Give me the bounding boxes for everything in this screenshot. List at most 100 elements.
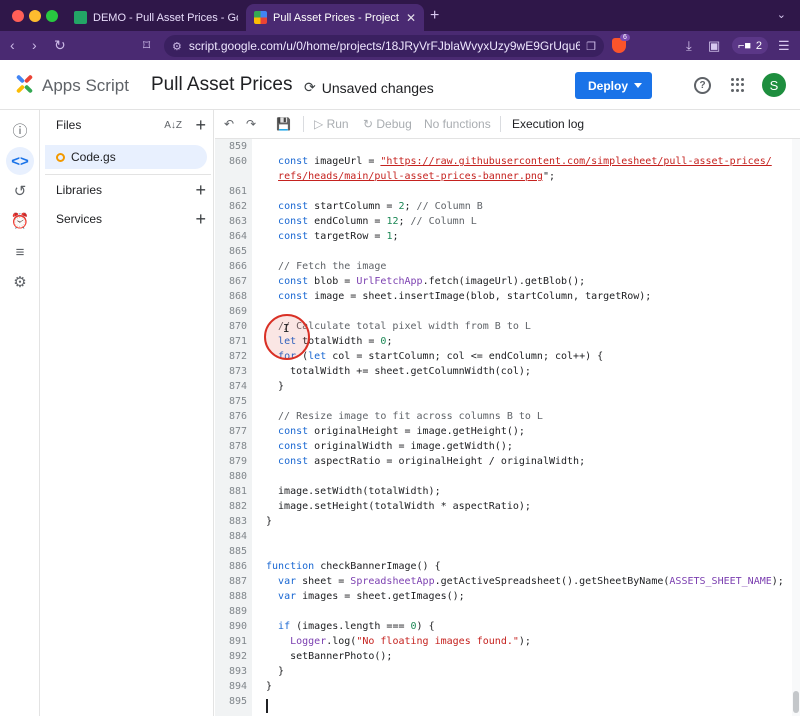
apps-grid-icon[interactable] [731, 78, 745, 92]
browser-tab-bar: DEMO - Pull Asset Prices - Google Sheets… [0, 0, 800, 31]
files-header: Files A↓Z + [41, 110, 214, 140]
chevron-down-icon [634, 83, 642, 88]
function-select[interactable]: No functions [424, 117, 491, 131]
scrollbar-thumb[interactable] [793, 691, 799, 713]
file-item-code-gs[interactable]: Code.gs [45, 145, 207, 169]
new-tab-button[interactable]: + [430, 7, 439, 25]
code-line: 863 const endColumn = 12; // Column L [215, 214, 800, 229]
address-bar-row: ‹ › ↻ ⌑ ⚙ script.google.com/u/0/home/pro… [0, 31, 800, 60]
avatar[interactable]: S [762, 73, 786, 97]
code-line: 894} [215, 679, 800, 694]
editor-scrollbar[interactable] [792, 139, 800, 716]
line-number: 881 [228, 486, 247, 497]
line-number: 877 [228, 426, 247, 437]
url-field[interactable]: ⚙ script.google.com/u/0/home/projects/18… [164, 35, 604, 57]
sheets-icon [74, 11, 87, 24]
code-line: 892 setBannerPhoto(); [215, 649, 800, 664]
url-text: script.google.com/u/0/home/projects/18JR… [188, 39, 581, 53]
reload-icon[interactable]: ↻ [54, 37, 66, 54]
code-line: 884 [215, 529, 800, 544]
history-icon[interactable]: ↺ [6, 177, 34, 205]
browser-tab-apps-script[interactable]: Pull Asset Prices - Project Editor - App… [246, 4, 424, 31]
code-text: image.setHeight(totalWidth * aspectRatio… [266, 501, 531, 512]
left-rail: ⓘ <> ↺ ⏰ ≡ ⚙ [0, 110, 40, 716]
code-text: if (images.length === 0) { [278, 621, 435, 632]
site-info-icon[interactable]: ⚙ [172, 40, 182, 53]
code-line: 877 const originalHeight = image.getHeig… [215, 424, 800, 439]
execution-log-button[interactable]: Execution log [512, 117, 584, 131]
add-service-icon[interactable]: + [195, 209, 206, 230]
divider [303, 116, 304, 132]
apps-script-icon [254, 11, 267, 24]
close-icon[interactable]: ✕ [406, 11, 416, 25]
code-line: 864 const targetRow = 1; [215, 229, 800, 244]
glasses-icon: ⌐■ [738, 39, 752, 52]
tab-search-icon[interactable]: ⌄ [777, 8, 786, 21]
add-library-icon[interactable]: + [195, 180, 206, 201]
window-zoom-button[interactable] [46, 10, 58, 22]
code-text: const endColumn = 12; // Column L [278, 216, 477, 227]
download-icon[interactable]: ⤓ [686, 38, 692, 54]
window-close-button[interactable] [12, 10, 24, 22]
line-number: 871 [228, 336, 247, 347]
code-line: 869 [215, 304, 800, 319]
editor-icon[interactable]: <> [6, 147, 34, 175]
browser-tab-sheets[interactable]: DEMO - Pull Asset Prices - Google Sheets [66, 4, 246, 31]
save-icon[interactable]: 💾 [276, 117, 291, 131]
line-number: 868 [228, 291, 247, 302]
add-file-icon[interactable]: + [195, 115, 206, 136]
code-text: refs/heads/main/pull-asset-prices-banner… [278, 171, 555, 182]
settings-icon[interactable]: ⚙ [6, 268, 34, 296]
code-line: 878 const originalWidth = image.getWidth… [215, 439, 800, 454]
line-number: 880 [228, 471, 247, 482]
code-line: 889 [215, 604, 800, 619]
services-row[interactable]: Services + [41, 204, 214, 234]
deploy-label: Deploy [588, 78, 629, 93]
window-minimize-button[interactable] [29, 10, 41, 22]
code-line: 891 Logger.log("No floating images found… [215, 634, 800, 649]
line-number: 869 [228, 306, 247, 317]
code-text: // Fetch the image [266, 261, 387, 272]
line-number: 889 [228, 606, 247, 617]
code-text: } [266, 666, 285, 677]
code-line: 865 [215, 244, 800, 259]
line-number: 863 [228, 216, 247, 227]
line-number: 894 [228, 681, 247, 692]
code-text: } [266, 681, 273, 692]
sync-icon: ⟳ [304, 79, 316, 95]
overview-icon[interactable]: ⓘ [6, 116, 34, 144]
line-number: 865 [228, 246, 247, 257]
line-number: 873 [228, 366, 247, 377]
help-icon[interactable]: ? [694, 77, 711, 94]
triggers-icon[interactable]: ⏰ [6, 207, 34, 235]
redo-icon[interactable]: ↷ [246, 117, 256, 131]
deploy-button[interactable]: Deploy [575, 72, 652, 99]
line-number: 890 [228, 621, 247, 632]
back-icon[interactable]: ‹ [10, 37, 15, 53]
undo-icon[interactable]: ↶ [224, 117, 234, 131]
code-editor[interactable]: 859 860 const imageUrl = "https://raw.git… [215, 139, 800, 716]
app-header: Apps Script Pull Asset Prices ⟳ Unsaved … [0, 60, 800, 110]
menu-icon[interactable]: ☰ [778, 38, 790, 54]
executions-icon[interactable]: ≡ [6, 238, 34, 266]
code-text: const image = sheet.insertImage(blob, st… [278, 291, 652, 302]
sort-icon[interactable]: A↓Z [164, 120, 182, 131]
code-text: var images = sheet.getImages(); [278, 591, 465, 602]
leo-button[interactable]: ⌐■ 2 [732, 37, 768, 54]
forward-icon[interactable]: › [32, 37, 37, 53]
line-number: 874 [228, 381, 247, 392]
sidebar-icon[interactable]: ▣ [708, 38, 720, 54]
debug-button[interactable]: ↻ Debug [363, 117, 412, 131]
run-button[interactable]: ▷ Run [314, 117, 349, 131]
line-number: 870 [228, 321, 247, 332]
bookmark-icon[interactable]: ⌑ [143, 37, 150, 54]
project-title[interactable]: Pull Asset Prices [151, 74, 293, 96]
code-line: 883} [215, 514, 800, 529]
code-line: 862 const startColumn = 2; // Column B [215, 199, 800, 214]
line-number: 866 [228, 261, 247, 272]
editor-toolbar: ↶ ↷ 💾 ▷ Run ↻ Debug No functions Executi… [215, 110, 800, 139]
code-line: 876 // Resize image to fit across column… [215, 409, 800, 424]
text-cursor [266, 699, 268, 713]
copy-icon[interactable]: ❐ [586, 40, 596, 53]
libraries-row[interactable]: Libraries + [41, 175, 214, 205]
